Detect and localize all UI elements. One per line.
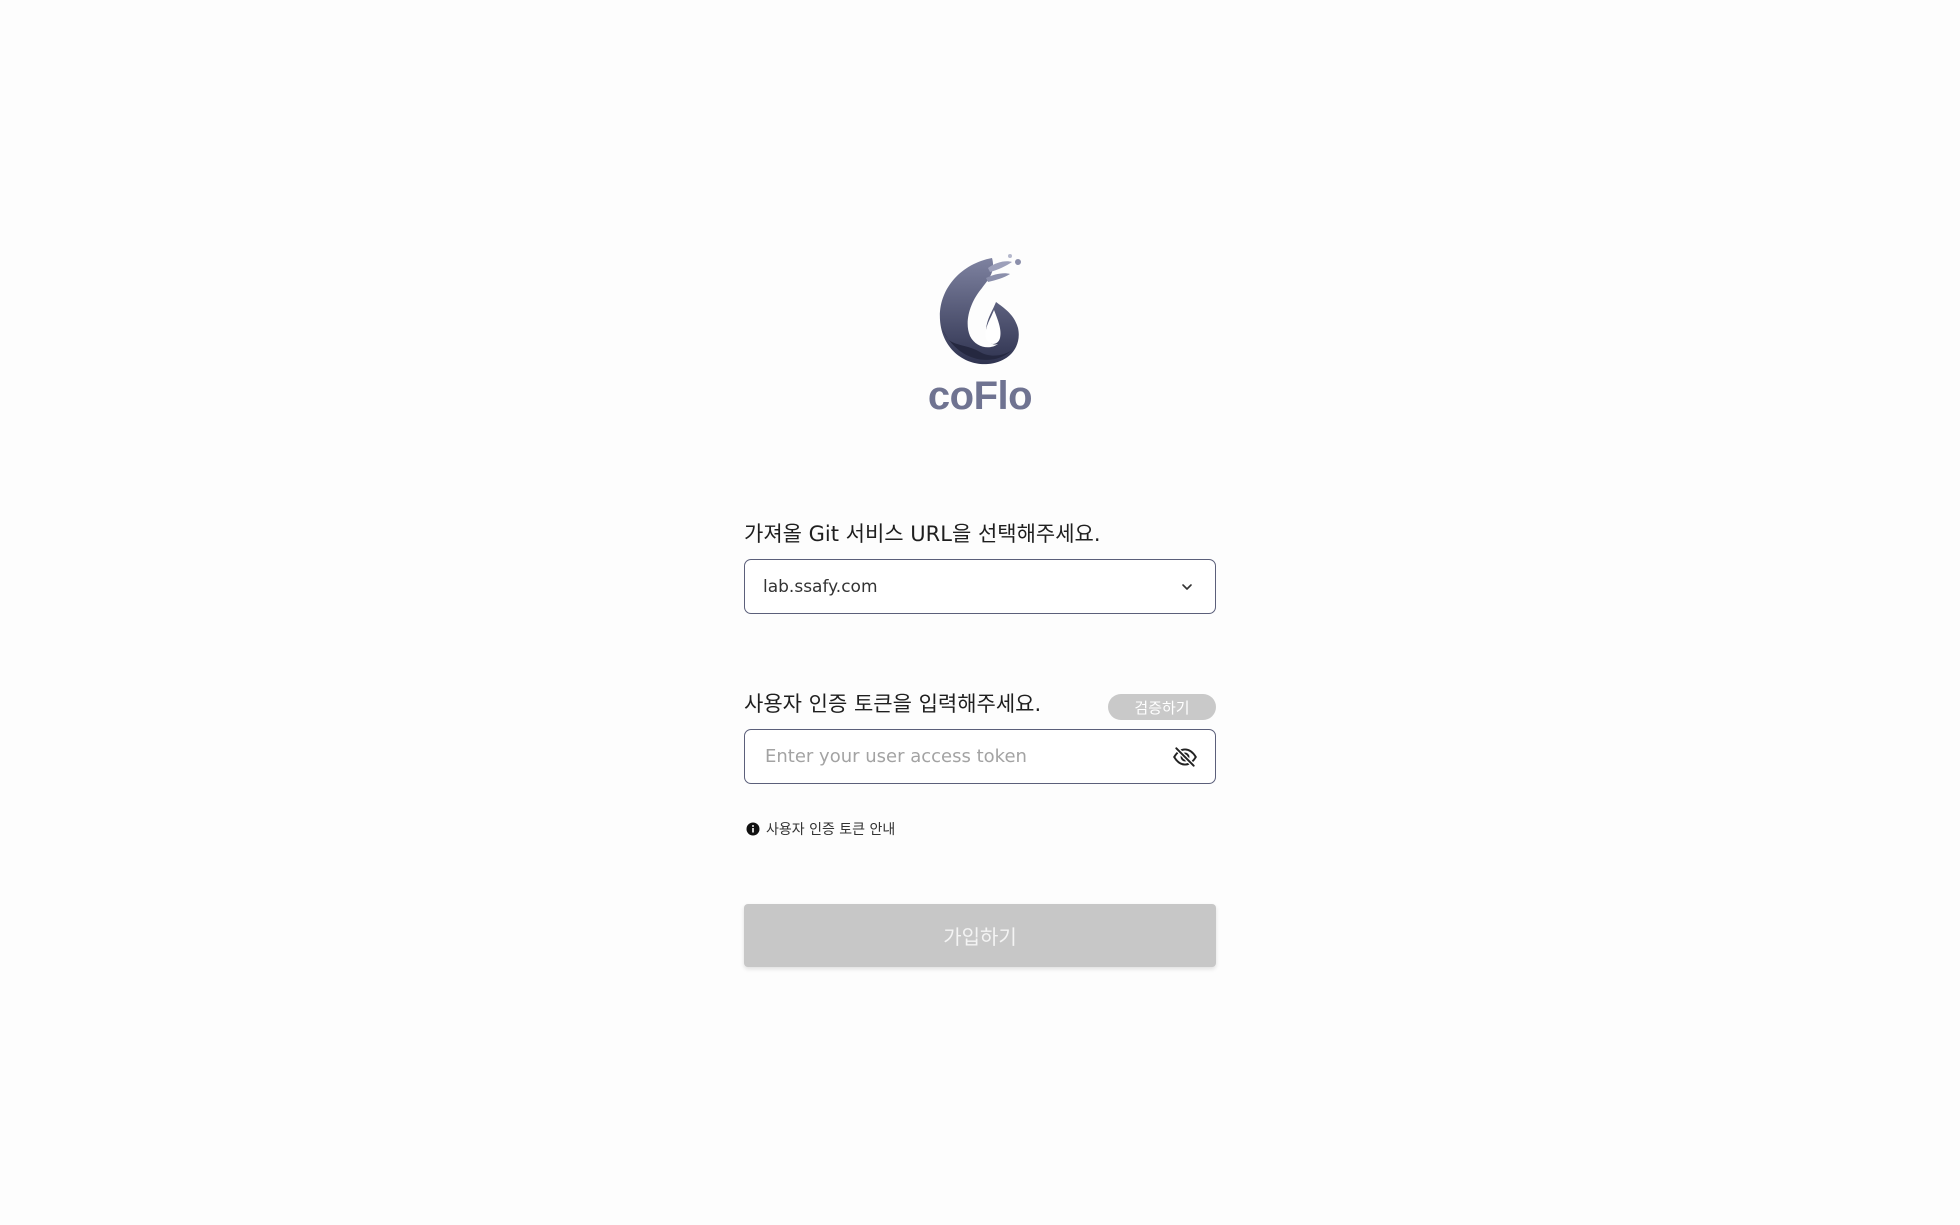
token-help-link[interactable]: 사용자 인증 토큰 안내 xyxy=(746,819,895,839)
signup-form: 가져올 Git 서비스 URL을 선택해주세요. lab.ssafy.com 사… xyxy=(744,0,1216,1225)
token-help-text: 사용자 인증 토큰 안내 xyxy=(766,822,896,838)
git-service-label: 가져올 Git 서비스 URL을 선택해주세요. xyxy=(744,522,1101,546)
verify-button[interactable]: 검증하기 xyxy=(1108,694,1216,720)
signup-button[interactable]: 가입하기 xyxy=(744,904,1216,967)
git-service-select[interactable]: lab.ssafy.com xyxy=(744,559,1216,614)
token-input[interactable] xyxy=(763,745,1172,768)
token-field xyxy=(744,729,1216,784)
info-icon xyxy=(746,822,760,836)
eye-off-icon[interactable] xyxy=(1172,744,1198,770)
chevron-down-icon xyxy=(1182,583,1192,590)
git-service-selected-value: lab.ssafy.com xyxy=(763,576,878,597)
token-label: 사용자 인증 토큰을 입력해주세요. xyxy=(744,692,1042,716)
